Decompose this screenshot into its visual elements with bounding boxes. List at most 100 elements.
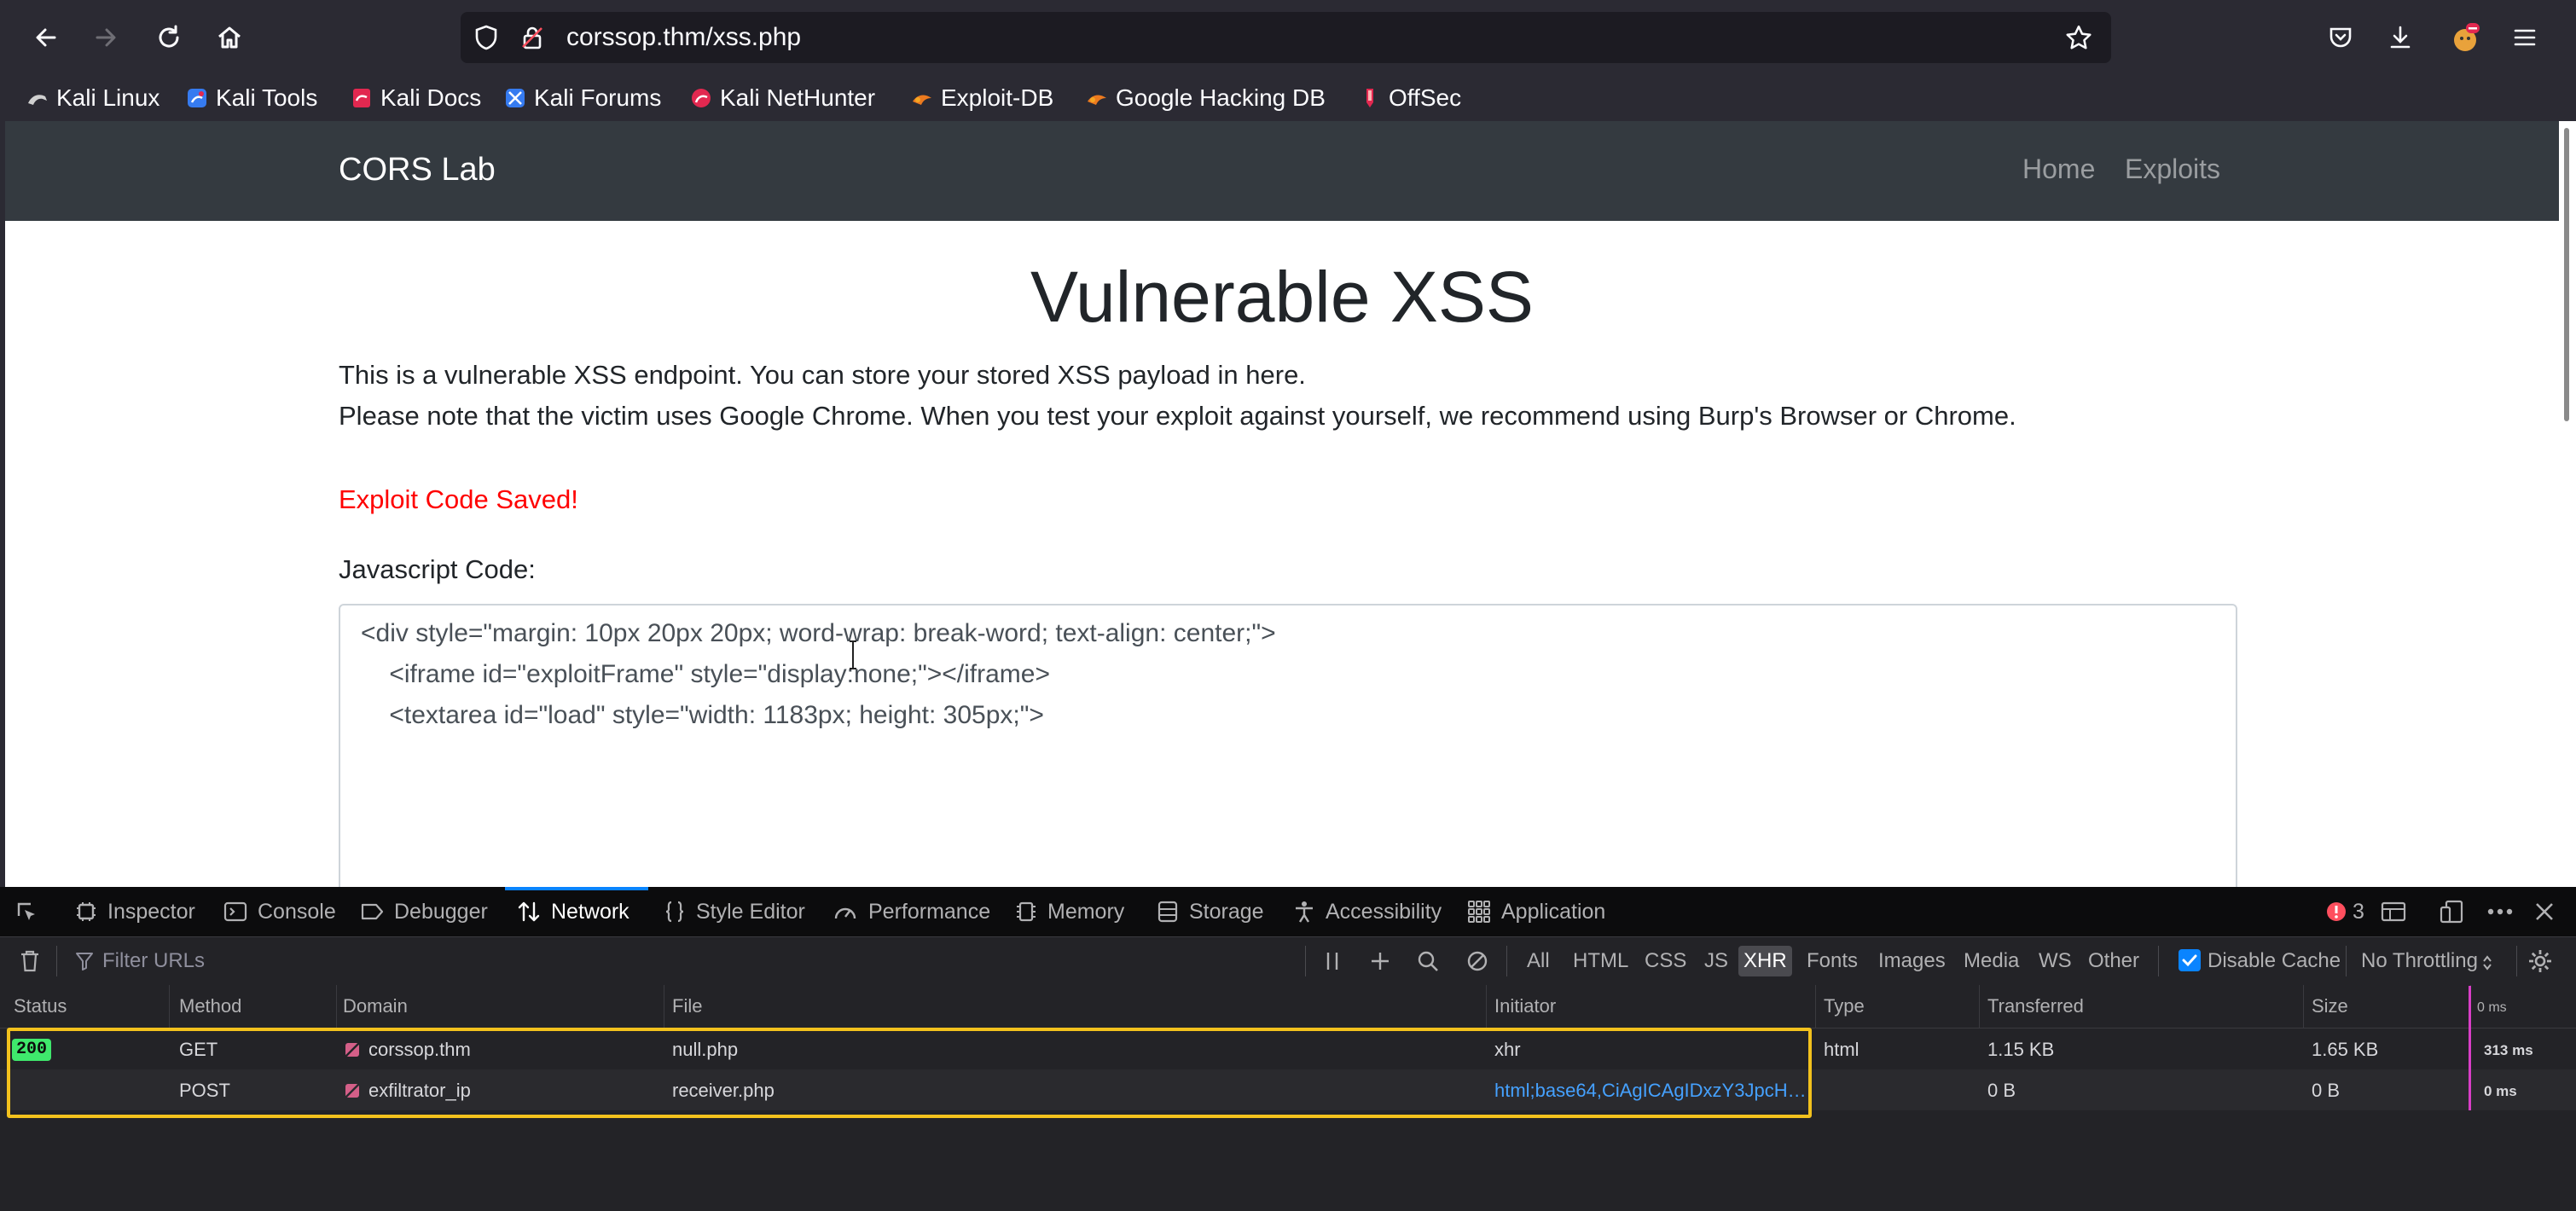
- column-initiator[interactable]: Initiator: [1494, 995, 1556, 1017]
- page-scrollbar[interactable]: [2559, 121, 2576, 887]
- extensions-button[interactable]: [2441, 14, 2489, 61]
- network-toolbar: Filter URLs All HTML CSS JS XHR Fonts Im…: [0, 937, 2576, 986]
- offsec-icon: [1366, 89, 1373, 107]
- column-waterfall[interactable]: 0 ms: [2477, 1000, 2507, 1016]
- active-tab-indicator: [505, 887, 648, 890]
- tab-accessibility[interactable]: Accessibility: [1293, 887, 1442, 936]
- reload-button[interactable]: [145, 14, 193, 61]
- debugger-icon: [361, 903, 384, 920]
- scrollbar-thumb[interactable]: [2564, 128, 2569, 421]
- add-request-plus-icon[interactable]: [1368, 949, 1392, 973]
- column-size[interactable]: Size: [2312, 995, 2348, 1017]
- bookmark-offsec[interactable]: OffSec: [1358, 82, 1461, 114]
- toolbar-divider: [2346, 946, 2347, 976]
- download-icon: [2390, 26, 2411, 49]
- column-method[interactable]: Method: [179, 995, 241, 1017]
- bookmark-exploit-db[interactable]: Exploit-DB: [910, 82, 1053, 114]
- back-button[interactable]: [22, 14, 70, 61]
- row-timing: 313 ms: [2484, 1042, 2533, 1058]
- tab-storage[interactable]: Storage: [1157, 887, 1264, 936]
- url-text[interactable]: corssop.thm/xss.php: [566, 23, 801, 52]
- filter-html[interactable]: HTML: [1568, 946, 1633, 976]
- site-brand[interactable]: CORS Lab: [339, 152, 496, 188]
- kali-forums-icon: [506, 89, 525, 107]
- filter-fonts[interactable]: Fonts: [1801, 946, 1863, 976]
- filter-images[interactable]: Images: [1873, 946, 1951, 976]
- column-separator: [336, 985, 337, 1028]
- tab-performance[interactable]: Performance: [833, 887, 990, 936]
- bookmark-star-icon[interactable]: [2064, 24, 2093, 53]
- more-horizontal-icon: [2487, 908, 2513, 915]
- filter-urls-input[interactable]: Filter URLs: [102, 949, 205, 973]
- error-icon: [2327, 902, 2346, 921]
- bookmark-kali-tools[interactable]: Kali Tools: [185, 82, 317, 114]
- accessibility-icon: [1296, 901, 1313, 923]
- tab-memory[interactable]: Memory: [1015, 887, 1124, 936]
- more-options-button[interactable]: [2487, 887, 2513, 936]
- tab-style-editor[interactable]: Style Editor: [664, 887, 805, 936]
- dock-options-button[interactable]: [2440, 887, 2467, 936]
- column-status[interactable]: Status: [14, 995, 67, 1017]
- filter-other[interactable]: Other: [2083, 946, 2144, 976]
- downloads-button[interactable]: [2376, 14, 2424, 61]
- row-transferred: 1.15 KB: [1987, 1039, 2055, 1060]
- close-devtools-button[interactable]: [2533, 887, 2556, 936]
- nav-link-exploits[interactable]: Exploits: [2125, 154, 2220, 185]
- storage-icon: [1157, 901, 1178, 923]
- bookmark-google-hacking-db[interactable]: Google Hacking DB: [1085, 82, 1326, 114]
- block-requests-icon[interactable]: [1465, 949, 1489, 973]
- element-picker-button[interactable]: [14, 887, 39, 936]
- toolbar-divider: [2158, 946, 2159, 976]
- filter-xhr[interactable]: XHR: [1738, 946, 1792, 976]
- code-line: <iframe id="exploitFrame" style="display…: [361, 660, 1050, 688]
- column-domain[interactable]: Domain: [343, 995, 408, 1017]
- filter-css[interactable]: CSS: [1639, 946, 1691, 976]
- url-bar[interactable]: corssop.thm/xss.php: [461, 12, 2111, 63]
- app-menu-button[interactable]: [2501, 14, 2549, 61]
- search-icon[interactable]: [1416, 949, 1440, 973]
- kali-dragon-icon: [28, 95, 47, 105]
- nav-link-home[interactable]: Home: [2022, 154, 2095, 185]
- filter-media[interactable]: Media: [1958, 946, 2024, 976]
- bookmark-kali-docs[interactable]: Kali Docs: [350, 82, 481, 114]
- disable-cache-checkbox[interactable]: [2179, 949, 2201, 971]
- error-count-button[interactable]: 3: [2325, 887, 2364, 936]
- column-separator: [1979, 985, 1980, 1028]
- responsive-design-button[interactable]: [2380, 887, 2407, 936]
- kali-docs-icon: [353, 89, 370, 107]
- console-icon: [223, 901, 247, 922]
- filter-funnel-icon: [76, 953, 93, 971]
- bookmark-kali-nethunter[interactable]: Kali NetHunter: [689, 82, 875, 114]
- code-line: <div style="margin: 10px 20px 20px; word…: [361, 619, 1276, 647]
- clear-trash-icon[interactable]: [19, 949, 41, 973]
- tab-console[interactable]: Console: [223, 887, 336, 936]
- bookmark-kali-forums[interactable]: Kali Forums: [503, 82, 661, 114]
- home-button[interactable]: [206, 14, 253, 61]
- column-separator: [1815, 985, 1816, 1028]
- filter-js[interactable]: JS: [1699, 946, 1733, 976]
- tab-inspector[interactable]: Inspector: [75, 887, 195, 936]
- tracking-protection-shield-icon[interactable]: [473, 24, 500, 51]
- tab-debugger[interactable]: Debugger: [360, 887, 488, 936]
- column-type[interactable]: Type: [1824, 995, 1865, 1017]
- disable-cache-label[interactable]: Disable Cache: [2202, 946, 2346, 976]
- row-size: 0 B: [2312, 1080, 2341, 1101]
- pause-icon[interactable]: [1324, 949, 1341, 973]
- column-transferred[interactable]: Transferred: [1987, 995, 2084, 1017]
- row-size: 1.65 KB: [2312, 1039, 2379, 1060]
- forward-button[interactable]: [82, 14, 130, 61]
- column-file[interactable]: File: [672, 995, 702, 1017]
- tab-network[interactable]: Network: [517, 887, 629, 936]
- bookmark-kali-linux[interactable]: Kali Linux: [26, 82, 160, 114]
- pocket-button[interactable]: [2317, 14, 2364, 61]
- throttling-select[interactable]: No Throttling: [2356, 946, 2483, 976]
- settings-gear-icon[interactable]: [2527, 947, 2554, 975]
- filter-all[interactable]: All: [1522, 946, 1555, 976]
- filter-ws[interactable]: WS: [2034, 946, 2077, 976]
- tab-application[interactable]: Application: [1467, 887, 1605, 936]
- ghdb-icon: [1088, 95, 1106, 105]
- javascript-code-textarea[interactable]: <div style="margin: 10px 20px 20px; word…: [339, 604, 2237, 887]
- row-type: html: [1824, 1039, 1859, 1060]
- insecure-lock-icon[interactable]: [519, 24, 546, 51]
- arrow-left-icon: [36, 28, 56, 47]
